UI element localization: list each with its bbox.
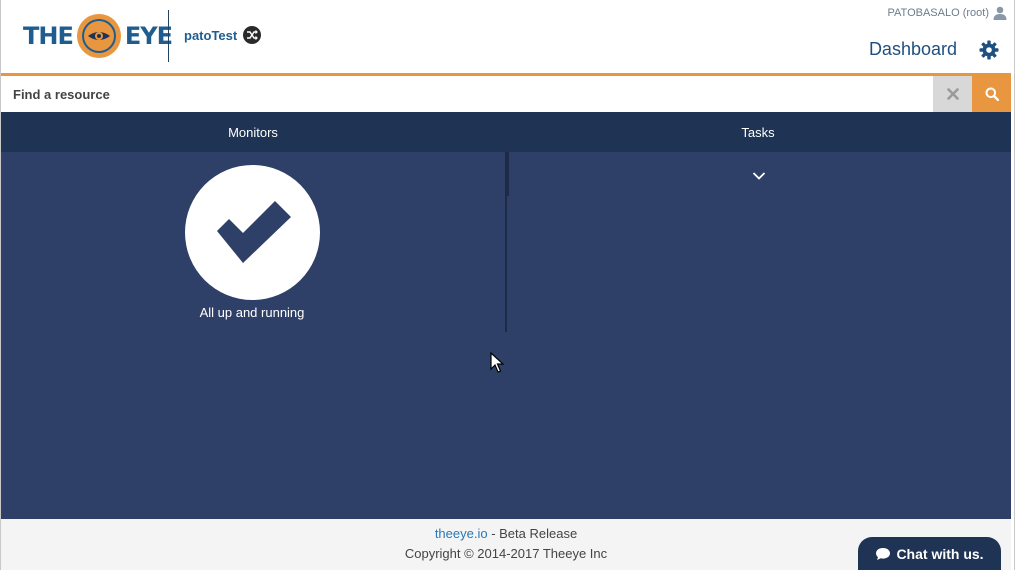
search-icon <box>985 87 999 101</box>
panel-divider-top <box>505 152 509 196</box>
theeye-link[interactable]: theeye.io <box>435 526 488 541</box>
brand-logo[interactable]: THE EYE <box>23 12 173 60</box>
user-menu[interactable]: PATOBASALO (root) <box>888 6 1007 20</box>
panel-content: All up and running <box>1 152 1011 519</box>
search-bar <box>1 73 1011 112</box>
tab-monitors[interactable]: Monitors <box>1 112 505 152</box>
org-name: patoTest <box>184 27 238 43</box>
chat-button[interactable]: Chat with us. <box>858 537 1001 570</box>
monitors-status-indicator[interactable] <box>185 165 320 300</box>
mouse-cursor-icon <box>490 352 504 373</box>
panel-tabs: Monitors Tasks <box>1 112 1011 152</box>
eye-logo-icon <box>76 14 121 58</box>
chat-label: Chat with us. <box>896 545 984 562</box>
logo-text-right: EYE <box>124 22 173 50</box>
dashboard-link[interactable]: Dashboard <box>869 39 957 60</box>
user-icon <box>993 6 1007 20</box>
check-icon <box>216 200 291 263</box>
user-label: PATOBASALO (root) <box>887 7 989 19</box>
org-switcher[interactable]: patoTest <box>184 26 262 44</box>
gear-icon[interactable] <box>979 40 999 60</box>
search-input[interactable] <box>1 76 933 112</box>
logo-text-left: THE <box>23 22 74 50</box>
shuffle-icon[interactable] <box>243 26 262 44</box>
clear-search-button[interactable] <box>933 76 972 112</box>
monitors-status-text: All up and running <box>199 305 305 320</box>
chevron-down-icon[interactable] <box>751 168 767 184</box>
footer-release-line: theeye.io - Beta Release <box>1 526 1011 541</box>
header-divider <box>168 10 169 62</box>
tab-tasks[interactable]: Tasks <box>505 112 1011 152</box>
chat-bubble-icon <box>876 547 891 560</box>
header: THE EYE patoTest PATOBASALO (root) Dashb… <box>1 0 1011 73</box>
close-icon <box>946 88 959 100</box>
release-label: - Beta Release <box>487 526 578 541</box>
search-button[interactable] <box>972 76 1011 112</box>
